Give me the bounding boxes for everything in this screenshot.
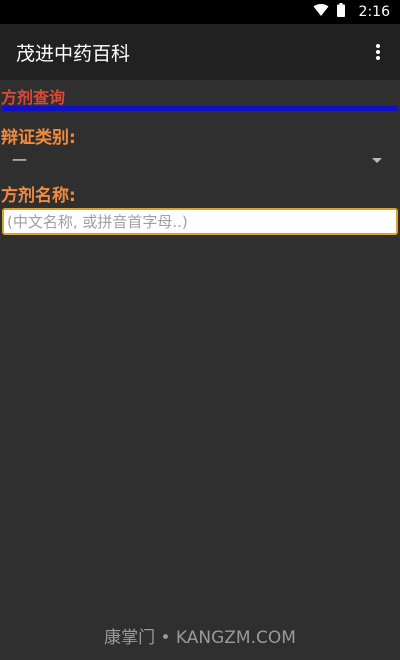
section-title: 方剂查询: [1, 88, 66, 107]
name-label: 方剂名称:: [1, 186, 76, 206]
category-select[interactable]: —: [0, 150, 400, 174]
category-select-value: —: [12, 150, 27, 168]
app-screen: 2:16 茂进中药百科 方剂查询 辩证类别: — 方剂名称: 康掌门 • KAN…: [0, 0, 400, 660]
section-header: 方剂查询: [0, 82, 400, 111]
footer-watermark: 康掌门 • KANGZM.COM: [104, 628, 296, 648]
dropdown-arrow-icon: [372, 158, 382, 163]
section-divider: [2, 106, 398, 111]
category-label: 辩证类别:: [1, 128, 76, 148]
app-bar: 茂进中药百科: [0, 24, 400, 80]
status-bar: 2:16: [0, 0, 400, 24]
battery-icon: [336, 3, 353, 21]
app-title: 茂进中药百科: [16, 42, 131, 65]
more-vert-icon[interactable]: [368, 42, 388, 62]
formula-name-input[interactable]: [2, 208, 398, 235]
status-time: 2:16: [358, 4, 390, 20]
wifi-icon: [313, 3, 337, 21]
